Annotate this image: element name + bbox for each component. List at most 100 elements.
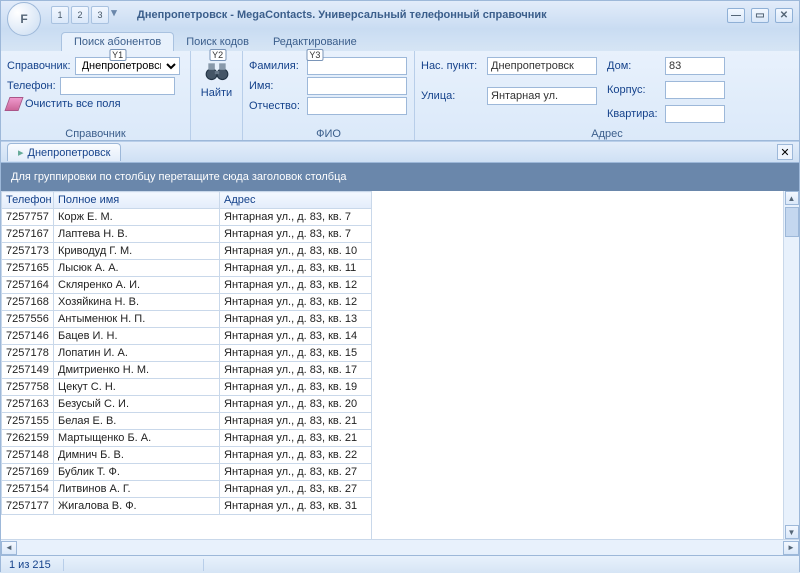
document-tab-bar: ▸ Днепропетровск ✕ <box>1 141 799 163</box>
patronym-input[interactable] <box>307 97 407 115</box>
grid-empty-area <box>371 211 783 539</box>
cell-tel: 7257148 <box>2 447 54 464</box>
binoculars-icon <box>204 59 230 85</box>
table-row[interactable]: 7257556Антыменюк Н. П.Янтарная ул., д. 8… <box>2 311 372 328</box>
table-row[interactable]: 7257149Дмитриенко Н. М.Янтарная ул., д. … <box>2 362 372 379</box>
cell-name: Лопатин И. А. <box>54 345 220 362</box>
ribbon-panel: Справочник: Днепропетровск Телефон: Очис… <box>1 51 799 141</box>
minimize-button[interactable]: — <box>727 8 745 23</box>
close-button[interactable]: ✕ <box>775 8 793 23</box>
table-row[interactable]: 7257169Бублик Т. Ф.Янтарная ул., д. 83, … <box>2 464 372 481</box>
clear-fields-button[interactable]: Очистить все поля <box>7 97 184 111</box>
table-row[interactable]: 7257178Лопатин И. А.Янтарная ул., д. 83,… <box>2 345 372 362</box>
keytip: Y3 <box>306 49 323 61</box>
tab-search-subscribers[interactable]: Поиск абонентов Y1 <box>61 32 174 51</box>
cell-name: Лаптева Н. В. <box>54 226 220 243</box>
find-label: Найти <box>201 87 232 99</box>
table-row[interactable]: 7257148Димнич Б. В.Янтарная ул., д. 83, … <box>2 447 372 464</box>
qat-btn-1[interactable]: 1 <box>51 6 69 24</box>
window-title: Днепропетровск - MegaContacts. Универсал… <box>137 9 727 21</box>
table-row[interactable]: 7257165Лысюк А. А.Янтарная ул., д. 83, к… <box>2 260 372 277</box>
firstname-input[interactable] <box>307 77 407 95</box>
tab-edit[interactable]: Редактирование Y3 <box>261 33 369 51</box>
cell-tel: 7257757 <box>2 209 54 226</box>
table-row[interactable]: 7262159Мартыщенко Б. А.Янтарная ул., д. … <box>2 430 372 447</box>
table-row[interactable]: 7257177Жигалова В. Ф.Янтарная ул., д. 83… <box>2 498 372 515</box>
window-controls: — ▭ ✕ <box>727 8 793 23</box>
korpus-input[interactable] <box>665 81 725 99</box>
cell-tel: 7257165 <box>2 260 54 277</box>
status-rowcount: 1 из 215 <box>9 559 64 571</box>
grid-header-row: Телефон Полное имя Адрес <box>2 192 372 209</box>
cell-addr: Янтарная ул., д. 83, кв. 14 <box>220 328 372 345</box>
scroll-up-arrow-icon[interactable]: ▲ <box>785 191 799 205</box>
scroll-thumb[interactable] <box>785 207 799 237</box>
table-row[interactable]: 7257164Скляренко А. И.Янтарная ул., д. 8… <box>2 277 372 294</box>
scroll-down-arrow-icon[interactable]: ▼ <box>785 525 799 539</box>
cell-name: Димнич Б. В. <box>54 447 220 464</box>
qat-btn-3[interactable]: 3 <box>91 6 109 24</box>
vertical-scrollbar[interactable]: ▲ ▼ <box>783 191 799 539</box>
cell-name: Корж Е. М. <box>54 209 220 226</box>
label-city: Нас. пункт: <box>421 60 483 72</box>
cell-addr: Янтарная ул., д. 83, кв. 13 <box>220 311 372 328</box>
cell-tel: 7257155 <box>2 413 54 430</box>
cell-addr: Янтарная ул., д. 83, кв. 22 <box>220 447 372 464</box>
phone-input[interactable] <box>60 77 175 95</box>
find-button[interactable]: Найти <box>195 55 239 99</box>
cell-name: Лысюк А. А. <box>54 260 220 277</box>
cell-name: Жигалова В. Ф. <box>54 498 220 515</box>
status-cell-2 <box>154 559 204 571</box>
scroll-left-arrow-icon[interactable]: ◄ <box>1 541 17 555</box>
horizontal-scrollbar[interactable]: ◄ ► <box>1 539 799 555</box>
label-directory: Справочник: <box>7 60 71 72</box>
label-patronym: Отчество: <box>249 100 303 112</box>
cell-name: Антыменюк Н. П. <box>54 311 220 328</box>
qat-dropdown-icon[interactable]: ▾ <box>111 6 117 24</box>
flat-input[interactable] <box>665 105 725 123</box>
tab-search-codes[interactable]: Поиск кодов Y2 <box>174 33 261 51</box>
cell-name: Белая Е. В. <box>54 413 220 430</box>
document-close-button[interactable]: ✕ <box>777 144 793 160</box>
keytip: Y2 <box>209 49 226 61</box>
tab-label: Редактирование <box>273 36 357 48</box>
table-row[interactable]: 7257155Белая Е. В.Янтарная ул., д. 83, к… <box>2 413 372 430</box>
cell-name: Скляренко А. И. <box>54 277 220 294</box>
house-input[interactable] <box>665 57 725 75</box>
directory-select[interactable]: Днепропетровск <box>75 57 180 75</box>
grouping-bar[interactable]: Для группировки по столбцу перетащите сю… <box>1 163 799 191</box>
cell-addr: Янтарная ул., д. 83, кв. 21 <box>220 430 372 447</box>
cell-addr: Янтарная ул., д. 83, кв. 15 <box>220 345 372 362</box>
cell-addr: Янтарная ул., д. 83, кв. 7 <box>220 209 372 226</box>
table-row[interactable]: 7257757Корж Е. М.Янтарная ул., д. 83, кв… <box>2 209 372 226</box>
cell-addr: Янтарная ул., д. 83, кв. 27 <box>220 464 372 481</box>
table-row[interactable]: 7257167Лаптева Н. В.Янтарная ул., д. 83,… <box>2 226 372 243</box>
table-row[interactable]: 7257168Хозяйкина Н. В.Янтарная ул., д. 8… <box>2 294 372 311</box>
app-menu-button[interactable]: F <box>7 2 41 36</box>
table-row[interactable]: 7257154Литвинов А. Г.Янтарная ул., д. 83… <box>2 481 372 498</box>
cell-tel: 7262159 <box>2 430 54 447</box>
city-input[interactable] <box>487 57 597 75</box>
maximize-button[interactable]: ▭ <box>751 8 769 23</box>
document-tab[interactable]: ▸ Днепропетровск <box>7 143 121 161</box>
table-row[interactable]: 7257146Бацев И. Н.Янтарная ул., д. 83, к… <box>2 328 372 345</box>
table-row[interactable]: 7257758Цекут С. Н.Янтарная ул., д. 83, к… <box>2 379 372 396</box>
grid-area: Телефон Полное имя Адрес 7257757Корж Е. … <box>1 191 799 539</box>
cell-tel: 7257163 <box>2 396 54 413</box>
cell-name: Дмитриенко Н. М. <box>54 362 220 379</box>
qat-btn-2[interactable]: 2 <box>71 6 89 24</box>
table-row[interactable]: 7257163Безусый С. И.Янтарная ул., д. 83,… <box>2 396 372 413</box>
label-korpus: Корпус: <box>607 84 661 96</box>
cell-tel: 7257178 <box>2 345 54 362</box>
results-grid[interactable]: Телефон Полное имя Адрес 7257757Корж Е. … <box>1 191 372 515</box>
col-phone[interactable]: Телефон <box>2 192 54 209</box>
ribbon-tabs: Поиск абонентов Y1 Поиск кодов Y2 Редакт… <box>1 29 799 51</box>
scroll-right-arrow-icon[interactable]: ► <box>783 541 799 555</box>
street-input[interactable] <box>487 87 597 105</box>
col-fullname[interactable]: Полное имя <box>54 192 220 209</box>
cell-addr: Янтарная ул., д. 83, кв. 11 <box>220 260 372 277</box>
col-address[interactable]: Адрес <box>220 192 372 209</box>
table-row[interactable]: 7257173Криводуд Г. М.Янтарная ул., д. 83… <box>2 243 372 260</box>
document-tab-label: Днепропетровск <box>28 147 111 159</box>
cell-addr: Янтарная ул., д. 83, кв. 7 <box>220 226 372 243</box>
